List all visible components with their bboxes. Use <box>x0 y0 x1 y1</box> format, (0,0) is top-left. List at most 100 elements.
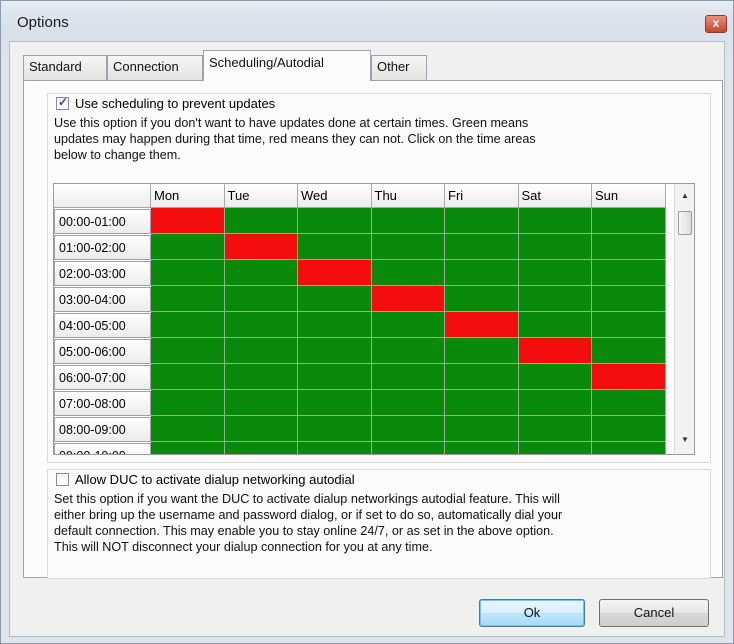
scheduling-desc-line: updates may happen during that time, red… <box>54 132 536 146</box>
schedule-cell[interactable] <box>224 338 298 364</box>
schedule-cell[interactable] <box>445 442 519 454</box>
tab-scheduling-autodial[interactable]: Scheduling/Autodial <box>203 50 371 81</box>
tab-connection[interactable]: Connection <box>107 55 203 80</box>
schedule-cell[interactable] <box>371 442 445 454</box>
schedule-cell[interactable] <box>518 338 592 364</box>
schedule-cell[interactable] <box>151 364 225 390</box>
schedule-cell[interactable] <box>371 390 445 416</box>
schedule-cell[interactable] <box>592 442 666 454</box>
schedule-cell[interactable] <box>592 234 666 260</box>
tab-standard[interactable]: Standard <box>23 55 107 80</box>
schedule-cell[interactable] <box>298 364 372 390</box>
schedule-cell[interactable] <box>518 442 592 454</box>
schedule-cell[interactable] <box>298 234 372 260</box>
schedule-cell[interactable] <box>151 286 225 312</box>
schedule-cell[interactable] <box>592 260 666 286</box>
schedule-cell[interactable] <box>224 234 298 260</box>
schedule-cell[interactable] <box>592 364 666 390</box>
schedule-cell[interactable] <box>224 286 298 312</box>
schedule-cell[interactable] <box>298 390 372 416</box>
schedule-cell[interactable] <box>298 338 372 364</box>
grid-vertical-scrollbar[interactable]: ▲ ▼ <box>674 184 694 454</box>
schedule-cell[interactable] <box>151 312 225 338</box>
schedule-cell[interactable] <box>224 364 298 390</box>
schedule-cell[interactable] <box>224 442 298 454</box>
schedule-cell[interactable] <box>224 390 298 416</box>
schedule-cell[interactable] <box>445 338 519 364</box>
schedule-cell[interactable] <box>518 312 592 338</box>
scheduling-desc-line: below to change them. <box>54 148 181 162</box>
schedule-cell[interactable] <box>592 312 666 338</box>
scroll-up-icon[interactable]: ▲ <box>675 186 694 206</box>
schedule-cell[interactable] <box>445 234 519 260</box>
schedule-cell[interactable] <box>298 208 372 234</box>
day-header-tue: Tue <box>224 184 298 208</box>
schedule-cell[interactable] <box>151 234 225 260</box>
options-dialog: Options x Standard Connection Scheduling… <box>0 0 734 644</box>
schedule-cell[interactable] <box>298 416 372 442</box>
autodial-checkbox-label[interactable]: Allow DUC to activate dialup networking … <box>75 472 355 487</box>
schedule-cell[interactable] <box>224 416 298 442</box>
schedule-cell[interactable] <box>592 286 666 312</box>
schedule-cell[interactable] <box>371 208 445 234</box>
schedule-cell[interactable] <box>445 260 519 286</box>
schedule-cell[interactable] <box>518 286 592 312</box>
schedule-cell[interactable] <box>298 442 372 454</box>
schedule-cell[interactable] <box>151 416 225 442</box>
cancel-button[interactable]: Cancel <box>599 599 709 627</box>
day-header-fri: Fri <box>445 184 519 208</box>
schedule-cell[interactable] <box>445 416 519 442</box>
schedule-cell[interactable] <box>371 416 445 442</box>
autodial-description: Set this option if you want the DUC to a… <box>54 491 710 555</box>
schedule-cell[interactable] <box>371 260 445 286</box>
checkmark-icon: ✓ <box>58 95 69 109</box>
schedule-cell[interactable] <box>224 312 298 338</box>
schedule-cell[interactable] <box>298 312 372 338</box>
schedule-cell[interactable] <box>371 364 445 390</box>
schedule-cell[interactable] <box>518 364 592 390</box>
close-button[interactable]: x <box>705 15 727 33</box>
time-slot-header: 05:00-06:00 <box>54 339 151 364</box>
schedule-cell[interactable] <box>151 442 225 454</box>
schedule-cell[interactable] <box>298 260 372 286</box>
schedule-cell[interactable] <box>518 416 592 442</box>
ok-button[interactable]: Ok <box>479 599 585 627</box>
schedule-cell[interactable] <box>518 260 592 286</box>
schedule-cell[interactable] <box>224 260 298 286</box>
schedule-cell[interactable] <box>518 234 592 260</box>
scheduling-checkbox[interactable]: ✓ <box>56 95 69 110</box>
day-header-mon: Mon <box>151 184 225 208</box>
day-header-wed: Wed <box>298 184 372 208</box>
schedule-cell[interactable] <box>151 390 225 416</box>
schedule-cell[interactable] <box>445 364 519 390</box>
schedule-cell[interactable] <box>592 416 666 442</box>
schedule-cell[interactable] <box>151 338 225 364</box>
schedule-cell[interactable] <box>371 286 445 312</box>
schedule-cell[interactable] <box>518 390 592 416</box>
tab-other[interactable]: Other <box>371 55 427 80</box>
schedule-cell[interactable] <box>592 338 666 364</box>
grid-corner-header <box>54 184 151 208</box>
schedule-cell[interactable] <box>298 286 372 312</box>
schedule-cell[interactable] <box>371 338 445 364</box>
time-slot-header: 06:00-07:00 <box>54 365 151 390</box>
schedule-cell[interactable] <box>445 286 519 312</box>
schedule-cell[interactable] <box>371 234 445 260</box>
scrollbar-thumb[interactable] <box>678 211 692 235</box>
schedule-cell[interactable] <box>371 312 445 338</box>
schedule-cell[interactable] <box>445 208 519 234</box>
scroll-down-icon[interactable]: ▼ <box>675 430 694 450</box>
time-slot-header: 02:00-03:00 <box>54 261 151 286</box>
schedule-cell[interactable] <box>224 208 298 234</box>
schedule-cell[interactable] <box>592 208 666 234</box>
schedule-cell[interactable] <box>592 390 666 416</box>
schedule-cell[interactable] <box>151 260 225 286</box>
schedule-cell[interactable] <box>445 312 519 338</box>
autodial-checkbox[interactable] <box>56 473 69 486</box>
day-header-sat: Sat <box>518 184 592 208</box>
scheduling-checkbox-label[interactable]: Use scheduling to prevent updates <box>75 96 275 111</box>
autodial-desc-line: This will NOT disconnect your dialup con… <box>54 540 433 554</box>
schedule-cell[interactable] <box>445 390 519 416</box>
schedule-cell[interactable] <box>151 208 225 234</box>
schedule-cell[interactable] <box>518 208 592 234</box>
